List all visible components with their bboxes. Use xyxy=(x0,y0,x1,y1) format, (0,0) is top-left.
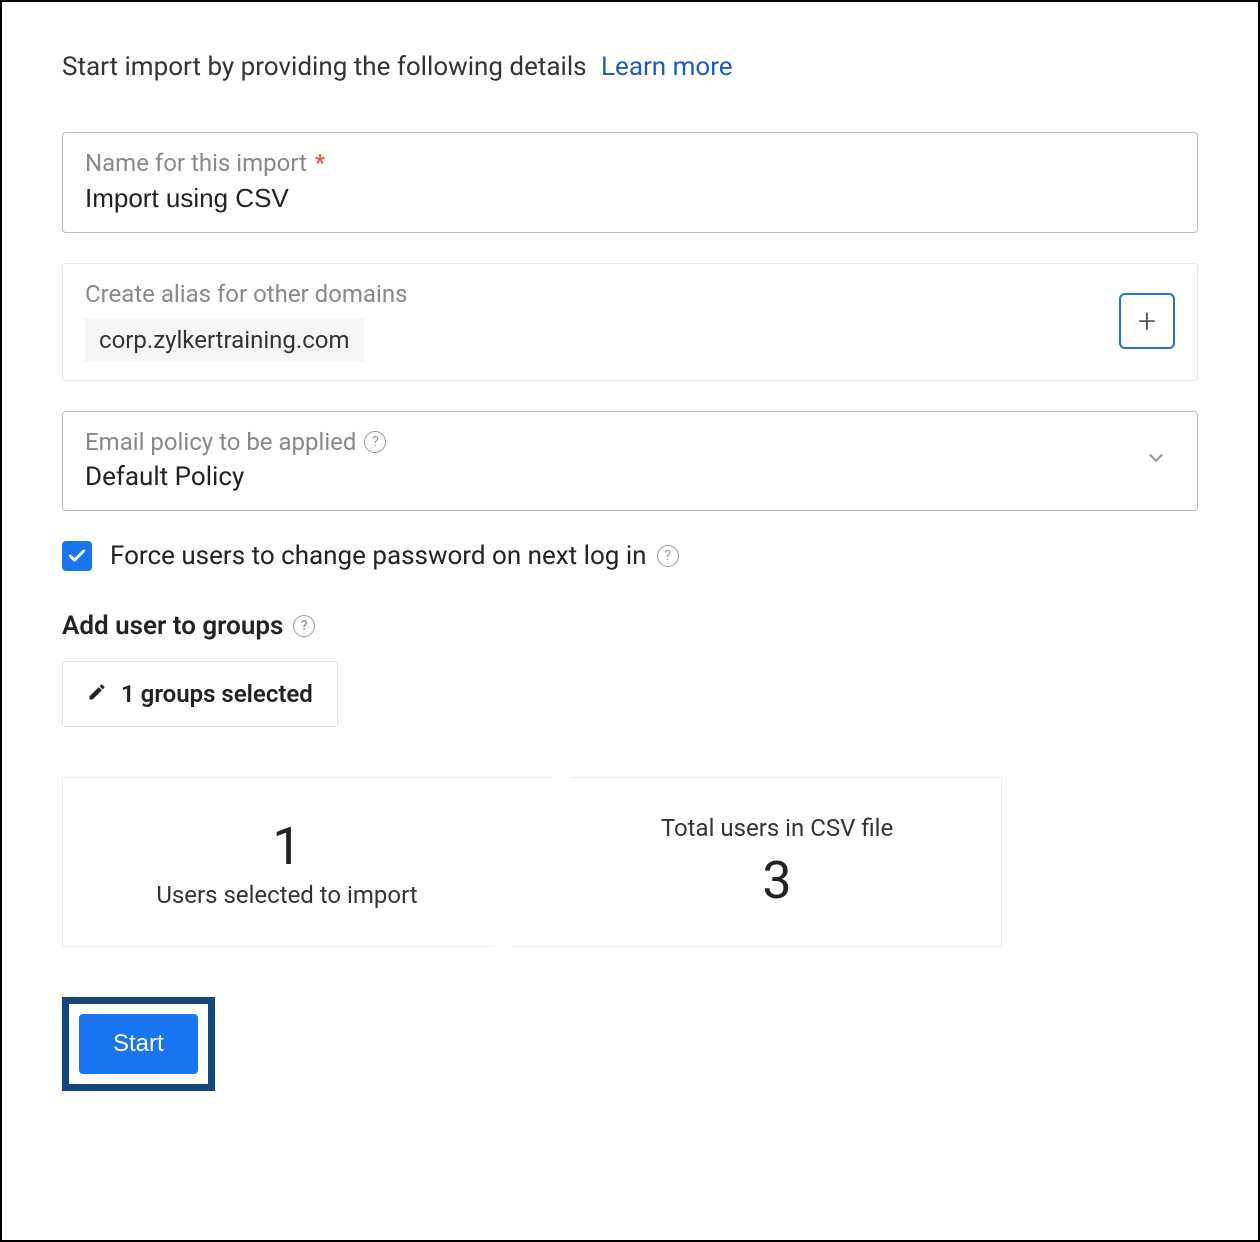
total-users-label: Total users in CSV file xyxy=(583,814,971,842)
users-selected-label: Users selected to import xyxy=(93,881,481,909)
chevron-down-icon xyxy=(1145,447,1175,474)
force-password-checkbox[interactable] xyxy=(62,541,92,571)
alias-label: Create alias for other domains xyxy=(85,280,1119,308)
groups-selected-button[interactable]: 1 groups selected xyxy=(62,661,338,727)
add-alias-button[interactable]: + xyxy=(1119,293,1175,349)
stats-row: 1 Users selected to import Total users i… xyxy=(62,777,1198,947)
help-icon[interactable]: ? xyxy=(657,545,679,567)
users-selected-card: 1 Users selected to import xyxy=(62,777,552,947)
policy-label-row: Email policy to be applied ? xyxy=(85,428,1145,456)
force-password-row: Force users to change password on next l… xyxy=(62,541,1198,571)
import-name-label-text: Name for this import xyxy=(85,149,307,177)
alias-domain-chip[interactable]: corp.zylkertraining.com xyxy=(85,318,364,362)
learn-more-link[interactable]: Learn more xyxy=(601,52,733,82)
import-form-container: Start import by providing the following … xyxy=(0,0,1260,1242)
groups-button-label: 1 groups selected xyxy=(121,680,313,708)
pencil-icon xyxy=(87,680,107,708)
total-users-number: 3 xyxy=(583,850,971,911)
intro-text: Start import by providing the following … xyxy=(62,52,587,82)
email-policy-select[interactable]: Email policy to be applied ? Default Pol… xyxy=(62,411,1198,511)
plus-icon: + xyxy=(1138,302,1156,340)
users-selected-number: 1 xyxy=(93,816,481,877)
import-name-group[interactable]: Name for this import * xyxy=(62,132,1198,233)
groups-heading-row: Add user to groups ? xyxy=(62,611,1198,641)
import-name-input[interactable] xyxy=(85,183,1175,214)
help-icon[interactable]: ? xyxy=(293,615,315,637)
policy-label: Email policy to be applied xyxy=(85,428,356,456)
start-button[interactable]: Start xyxy=(79,1014,198,1074)
start-button-highlight: Start xyxy=(62,997,215,1091)
force-password-label: Force users to change password on next l… xyxy=(110,541,647,571)
policy-value: Default Policy xyxy=(85,462,1145,492)
header-intro: Start import by providing the following … xyxy=(62,52,1198,82)
force-password-label-row: Force users to change password on next l… xyxy=(110,541,679,571)
help-icon[interactable]: ? xyxy=(364,431,386,453)
alias-group: Create alias for other domains corp.zylk… xyxy=(62,263,1198,381)
import-name-label: Name for this import * xyxy=(85,149,1175,177)
groups-heading: Add user to groups xyxy=(62,611,283,641)
total-users-card: Total users in CSV file 3 xyxy=(512,777,1002,947)
required-indicator: * xyxy=(315,149,325,177)
